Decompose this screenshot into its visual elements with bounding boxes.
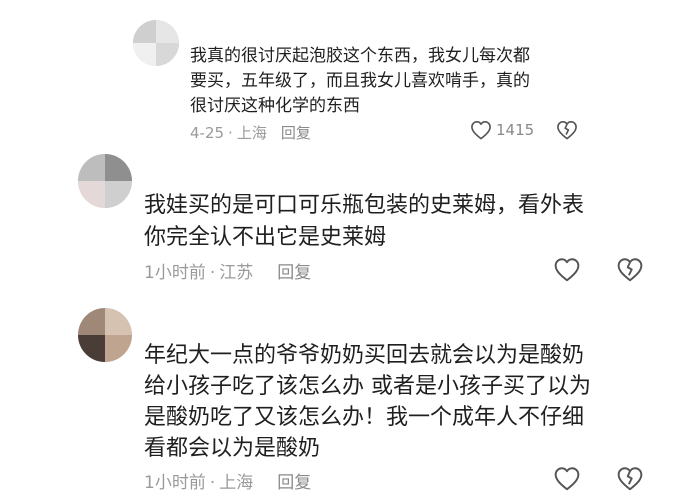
comment-meta: 4-25 · 上海 回复 <box>190 124 311 142</box>
avatar[interactable] <box>78 308 132 362</box>
comment-location: 上海 <box>236 124 267 142</box>
avatar[interactable] <box>78 154 132 208</box>
comment-date: 1小时前 <box>144 263 206 283</box>
comment-item: 我真的很讨厌起泡胶这个东西，我女儿每次都 要买，五年级了，而且我女儿喜欢啃手，真… <box>0 0 690 150</box>
broken-heart-icon <box>616 466 644 491</box>
comment-text: 我真的很讨厌起泡胶这个东西，我女儿每次都 要买，五年级了，而且我女儿喜欢啃手，真… <box>190 46 530 116</box>
reply-button[interactable]: 回复 <box>277 263 311 283</box>
heart-outline-icon <box>553 466 581 491</box>
comment-date: 4-25 <box>190 124 225 142</box>
heart-outline-icon <box>553 257 581 282</box>
like-button[interactable]: 1415 <box>470 120 534 140</box>
comment-date: 1小时前 <box>144 473 206 493</box>
dislike-button[interactable] <box>616 257 644 282</box>
dislike-button[interactable] <box>556 120 578 140</box>
comment-text: 年纪大一点的爷爷奶奶买回去就会以为是酸奶 给小孩子吃了该怎么办 或者是小孩子买了… <box>144 343 591 461</box>
broken-heart-icon <box>616 257 644 282</box>
avatar[interactable] <box>133 20 179 66</box>
like-button[interactable] <box>553 466 581 491</box>
comment-meta: 1小时前 · 江苏 回复 <box>144 263 312 283</box>
dislike-button[interactable] <box>616 466 644 491</box>
comment-location: 上海 <box>219 473 254 493</box>
comment-text: 我娃买的是可口可乐瓶包装的史莱姆，看外表 你完全认不出它是史莱姆 <box>144 193 585 250</box>
comment-item: 年纪大一点的爷爷奶奶买回去就会以为是酸奶 给小孩子吃了该怎么办 或者是小孩子买了… <box>0 300 690 501</box>
heart-outline-icon <box>470 120 492 140</box>
like-count: 1415 <box>496 121 535 139</box>
reply-button[interactable]: 回复 <box>281 124 311 142</box>
broken-heart-icon <box>556 120 578 140</box>
comment-item: 我娃买的是可口可乐瓶包装的史莱姆，看外表 你完全认不出它是史莱姆 1小时前 · 江苏… <box>0 150 690 300</box>
comment-location: 江苏 <box>219 263 254 283</box>
reply-button[interactable]: 回复 <box>277 473 311 493</box>
like-button[interactable] <box>553 257 581 282</box>
comment-meta: 1小时前 · 上海 回复 <box>144 473 312 493</box>
